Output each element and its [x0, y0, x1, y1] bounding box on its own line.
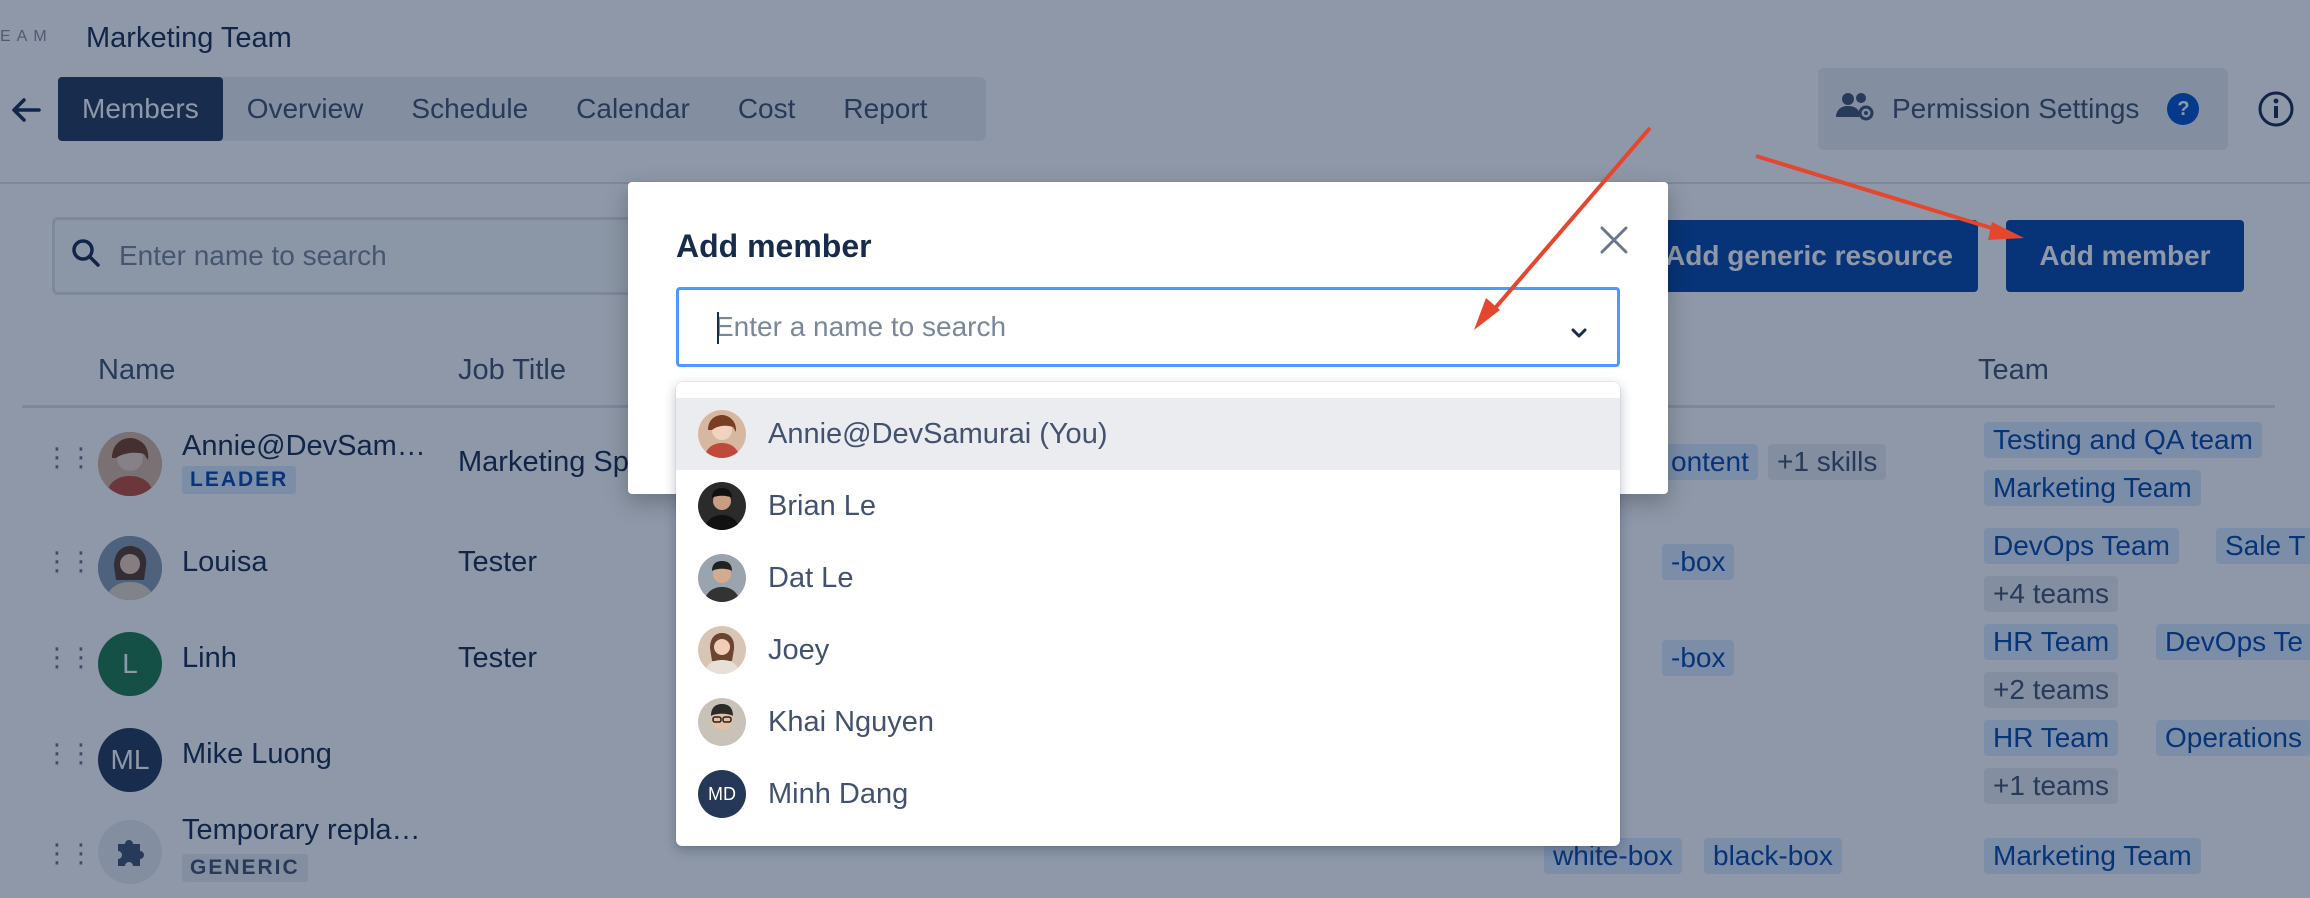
- option-brian-le[interactable]: Brian Le: [676, 470, 1620, 542]
- avatar: MD: [698, 770, 746, 818]
- avatar: [698, 482, 746, 530]
- select-placeholder: Enter a name to search: [715, 311, 1007, 342]
- avatar: [698, 554, 746, 602]
- option-label: Dat Le: [768, 561, 854, 594]
- option-label: Brian Le: [768, 489, 877, 522]
- option-dat-le[interactable]: Dat Le: [676, 542, 1620, 614]
- option-label: Minh Dang: [768, 777, 909, 810]
- avatar: [698, 626, 746, 674]
- chevron-down-icon[interactable]: [1569, 318, 1589, 338]
- avatar: [698, 410, 746, 458]
- option-khai-nguyen[interactable]: Khai Nguyen: [676, 686, 1620, 758]
- member-select-input[interactable]: Enter a name to search: [676, 287, 1620, 367]
- member-options-dropdown: Annie@DevSamurai (You) Brian Le Dat Le J…: [676, 382, 1620, 846]
- option-label: Khai Nguyen: [768, 705, 935, 738]
- option-label: Joey: [768, 633, 830, 666]
- option-joey[interactable]: Joey: [676, 614, 1620, 686]
- close-icon[interactable]: [1594, 220, 1634, 260]
- dialog-title: Add member: [676, 228, 872, 264]
- option-annie[interactable]: Annie@DevSamurai (You): [676, 398, 1620, 470]
- text-caret: [717, 312, 719, 344]
- option-label: Annie@DevSamurai (You): [768, 417, 1108, 450]
- avatar: [698, 698, 746, 746]
- option-minh-dang[interactable]: MD Minh Dang: [676, 758, 1620, 830]
